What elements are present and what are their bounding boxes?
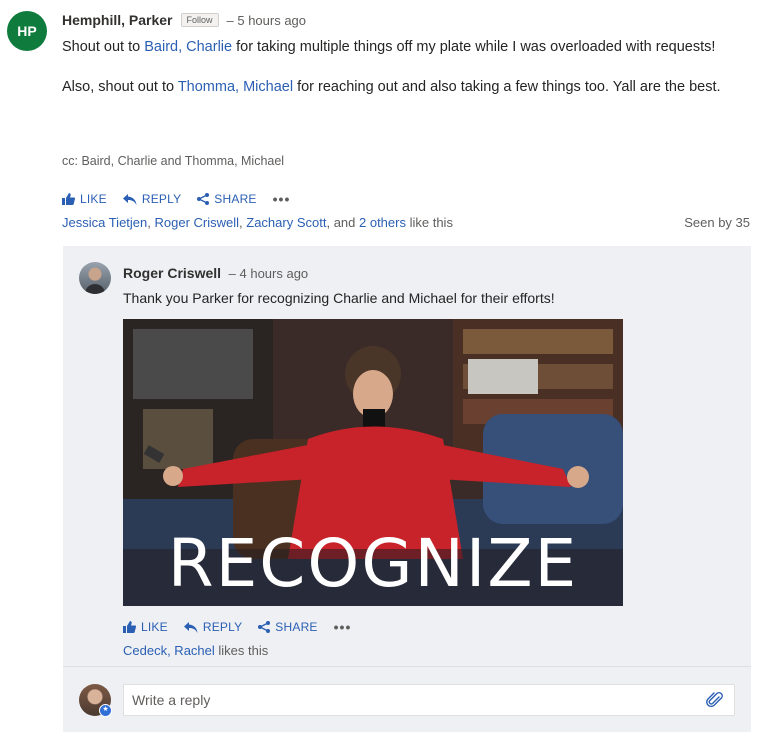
- post-paragraph-2: Also, shout out to Thomma, Michael for r…: [62, 77, 722, 97]
- post-paragraph-1: Shout out to Baird, Charlie for taking m…: [62, 37, 722, 57]
- share-icon: [258, 621, 271, 633]
- text-segment: for taking multiple things off my plate …: [232, 39, 716, 55]
- seen-by-count[interactable]: Seen by 35: [684, 215, 750, 230]
- post-header: Hemphill, Parker Follow – 5 hours ago: [62, 12, 306, 28]
- others-link[interactable]: 2 others: [359, 215, 406, 230]
- like-button[interactable]: LIKE: [62, 192, 107, 206]
- separator: ,: [147, 215, 155, 230]
- reply-label: REPLY: [141, 192, 182, 206]
- reply-composer: ★ Write a reply: [63, 666, 751, 732]
- likes-suffix: like this: [405, 215, 453, 230]
- share-label: SHARE: [214, 192, 257, 206]
- reply-arrow-icon: [122, 193, 137, 205]
- follow-button[interactable]: Follow: [180, 13, 219, 27]
- reply-reply-button[interactable]: REPLY: [183, 620, 243, 634]
- reply-body: Thank you Parker for recognizing Charlie…: [123, 290, 555, 306]
- post-timestamp[interactable]: – 5 hours ago: [227, 13, 307, 28]
- post-body: Shout out to Baird, Charlie for taking m…: [62, 37, 722, 97]
- reply-thread: Roger Criswell – 4 hours ago Thank you P…: [63, 246, 751, 732]
- like-label: LIKE: [141, 620, 168, 634]
- reply-timestamp[interactable]: – 4 hours ago: [229, 266, 309, 281]
- text-segment: for reaching out and also taking a few t…: [293, 79, 721, 95]
- post-actions: LIKE REPLY SHARE •••: [62, 191, 290, 207]
- attachment-icon[interactable]: [706, 691, 724, 712]
- liker-link[interactable]: Cedeck, Rachel: [123, 643, 215, 658]
- reply-gif-image[interactable]: RECOGNIZE: [123, 319, 623, 606]
- post-author[interactable]: Hemphill, Parker: [62, 12, 173, 28]
- reply-label: REPLY: [202, 620, 243, 634]
- mention-baird-charlie[interactable]: Baird, Charlie: [144, 39, 232, 55]
- share-label: SHARE: [275, 620, 318, 634]
- reply-button[interactable]: REPLY: [122, 192, 182, 206]
- text-segment: Shout out to: [62, 39, 145, 55]
- separator: , and: [326, 215, 359, 230]
- cc-line: cc: Baird, Charlie and Thomma, Michael: [62, 154, 285, 168]
- reply-input[interactable]: Write a reply: [123, 684, 735, 716]
- reply-likes-summary: Cedeck, Rachel likes this: [123, 643, 268, 658]
- reply-author-avatar[interactable]: [79, 262, 111, 294]
- share-icon: [197, 193, 210, 205]
- liker-link[interactable]: Jessica Tietjen: [62, 215, 147, 230]
- reply-input-placeholder: Write a reply: [132, 692, 211, 708]
- likes-summary: Jessica Tietjen, Roger Criswell, Zachary…: [62, 215, 453, 230]
- reply-share-button[interactable]: SHARE: [258, 620, 317, 634]
- reply-actions: LIKE REPLY SHARE •••: [123, 619, 351, 635]
- like-label: LIKE: [80, 192, 107, 206]
- thumbs-up-icon: [62, 193, 75, 205]
- reply-header: Roger Criswell – 4 hours ago: [123, 265, 308, 281]
- reply-arrow-icon: [183, 621, 198, 633]
- reply-like-button[interactable]: LIKE: [123, 620, 168, 634]
- mention-thomma-michael[interactable]: Thomma, Michael: [178, 79, 293, 95]
- reply-more-options-button[interactable]: •••: [334, 619, 352, 635]
- author-avatar[interactable]: HP: [7, 11, 47, 51]
- text-segment: Also, shout out to: [62, 79, 178, 95]
- more-options-button[interactable]: •••: [273, 191, 291, 207]
- liker-link[interactable]: Roger Criswell: [155, 215, 240, 230]
- likes-suffix: likes this: [214, 643, 269, 658]
- share-button[interactable]: SHARE: [197, 192, 256, 206]
- liker-link[interactable]: Zachary Scott: [246, 215, 326, 230]
- reply-author[interactable]: Roger Criswell: [123, 265, 221, 281]
- gif-caption: RECOGNIZE: [167, 525, 579, 602]
- star-badge-icon: ★: [99, 704, 112, 717]
- thumbs-up-icon: [123, 621, 136, 633]
